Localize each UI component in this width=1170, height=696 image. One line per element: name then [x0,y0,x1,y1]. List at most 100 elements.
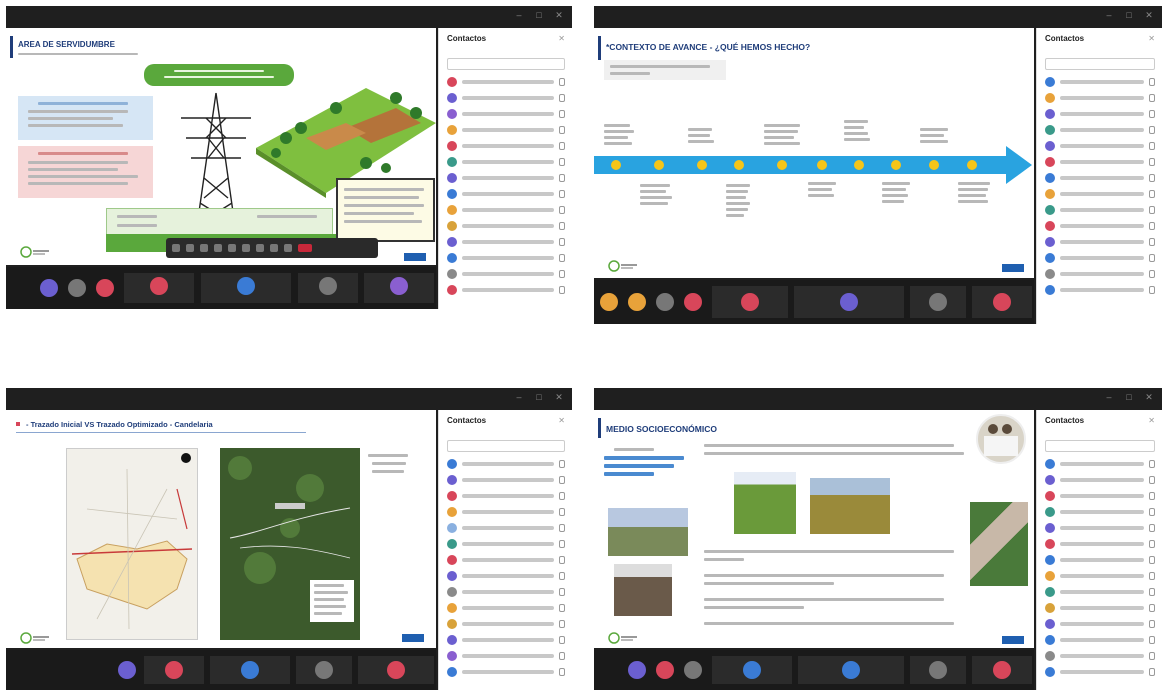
list-item[interactable] [1037,170,1162,186]
minimize-icon[interactable]: – [1104,10,1114,20]
list-item[interactable] [439,472,572,488]
video-tile[interactable] [910,286,966,318]
list-item[interactable] [439,250,572,266]
grid-icon[interactable] [256,244,264,252]
settings-icon[interactable] [270,244,278,252]
avatar-icon[interactable] [656,293,674,311]
list-item[interactable] [1037,648,1162,664]
video-tile[interactable] [794,286,904,318]
close-icon[interactable]: ✕ [554,10,564,20]
list-item[interactable] [1037,536,1162,552]
list-item[interactable] [439,520,572,536]
minimize-icon[interactable]: – [514,392,524,402]
list-item[interactable] [1037,472,1162,488]
list-item[interactable] [439,154,572,170]
list-item[interactable] [439,600,572,616]
share-screen-icon[interactable] [228,244,236,252]
list-item[interactable] [439,536,572,552]
maximize-icon[interactable]: □ [534,10,544,20]
map-info-icon[interactable] [181,453,191,463]
list-item[interactable] [439,106,572,122]
list-item[interactable] [1037,282,1162,298]
list-item[interactable] [439,488,572,504]
maximize-icon[interactable]: □ [1124,10,1134,20]
avatar-icon[interactable] [600,293,618,311]
video-tile[interactable] [210,656,290,684]
list-item[interactable] [1037,616,1162,632]
list-item[interactable] [439,138,572,154]
avatar-icon[interactable] [684,661,702,679]
cursor-icon[interactable] [172,244,180,252]
search-input[interactable] [1045,440,1155,452]
list-item[interactable] [439,234,572,250]
maximize-icon[interactable]: □ [1124,392,1134,402]
video-tile[interactable] [712,656,792,684]
avatar-icon[interactable] [628,293,646,311]
list-item[interactable] [1037,154,1162,170]
list-item[interactable] [1037,632,1162,648]
avatar-icon[interactable] [96,279,114,297]
list-item[interactable] [1037,266,1162,282]
list-item[interactable] [1037,504,1162,520]
list-item[interactable] [1037,568,1162,584]
close-icon[interactable]: ✕ [1148,34,1155,56]
close-icon[interactable]: ✕ [554,392,564,402]
video-tile[interactable] [712,286,788,318]
list-item[interactable] [1037,122,1162,138]
video-tile[interactable] [296,656,352,684]
pen-icon[interactable] [186,244,194,252]
list-item[interactable] [439,186,572,202]
list-item[interactable] [1037,520,1162,536]
video-tile[interactable] [798,656,904,684]
avatar-icon[interactable] [68,279,86,297]
chat-icon[interactable] [284,244,292,252]
list-item[interactable] [439,170,572,186]
list-item[interactable] [1037,552,1162,568]
video-tile[interactable] [298,273,358,303]
avatar-icon[interactable] [40,279,58,297]
list-item[interactable] [1037,106,1162,122]
video-tile[interactable] [144,656,204,684]
maximize-icon[interactable]: □ [534,392,544,402]
avatar-icon[interactable] [684,293,702,311]
list-item[interactable] [439,456,572,472]
list-item[interactable] [439,74,572,90]
search-input[interactable] [447,58,565,70]
list-item[interactable] [1037,74,1162,90]
avatar-icon[interactable] [656,661,674,679]
list-item[interactable] [1037,234,1162,250]
list-item[interactable] [1037,202,1162,218]
search-input[interactable] [1045,58,1155,70]
list-item[interactable] [439,218,572,234]
list-item[interactable] [1037,664,1162,680]
list-item[interactable] [439,584,572,600]
video-tile[interactable] [201,273,291,303]
video-tile[interactable] [910,656,966,684]
video-tile[interactable] [972,286,1032,318]
minimize-icon[interactable]: – [1104,392,1114,402]
list-item[interactable] [439,266,572,282]
video-tile[interactable] [364,273,434,303]
list-item[interactable] [1037,488,1162,504]
close-icon[interactable]: ✕ [1148,416,1155,438]
list-item[interactable] [439,568,572,584]
list-item[interactable] [1037,250,1162,266]
avatar-icon[interactable] [628,661,646,679]
list-item[interactable] [439,664,572,680]
minimize-icon[interactable]: – [514,10,524,20]
list-item[interactable] [1037,218,1162,234]
list-item[interactable] [1037,138,1162,154]
list-item[interactable] [439,552,572,568]
list-item[interactable] [439,202,572,218]
list-item[interactable] [1037,584,1162,600]
close-icon[interactable]: ✕ [558,34,565,56]
close-icon[interactable]: ✕ [1144,392,1154,402]
close-icon[interactable]: ✕ [1144,10,1154,20]
video-tile[interactable] [124,273,194,303]
avatar-icon[interactable] [118,661,136,679]
list-item[interactable] [439,632,572,648]
more-icon[interactable] [242,244,250,252]
list-item[interactable] [439,616,572,632]
list-item[interactable] [1037,600,1162,616]
close-icon[interactable]: ✕ [558,416,565,438]
